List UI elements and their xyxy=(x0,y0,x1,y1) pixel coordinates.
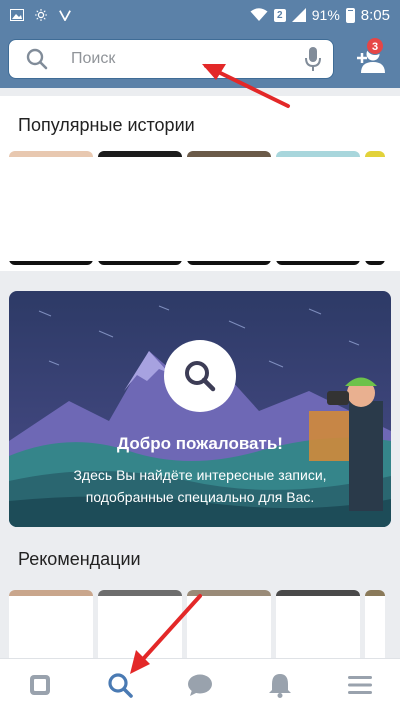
tab-news[interactable] xyxy=(18,663,62,707)
popular-stories-section: Популярные истории xyxy=(0,96,400,271)
battery-percent: 91% xyxy=(311,7,340,23)
recommendation-card[interactable] xyxy=(187,590,271,658)
tab-menu[interactable] xyxy=(338,663,382,707)
recommendation-card[interactable] xyxy=(9,590,93,658)
search-icon xyxy=(185,361,216,392)
notifications-icon xyxy=(269,674,291,698)
sim-indicator: 2 xyxy=(273,8,286,22)
story-card[interactable] xyxy=(276,151,360,265)
bottom-nav xyxy=(0,658,400,711)
wifi-icon xyxy=(250,8,268,21)
welcome-card[interactable]: Добро пожаловать! Здесь Вы найдёте интер… xyxy=(9,291,391,527)
story-card[interactable] xyxy=(98,151,182,265)
recommendation-card[interactable] xyxy=(365,590,385,658)
welcome-search-circle xyxy=(164,340,236,412)
search-icon xyxy=(17,48,57,70)
welcome-text: Здесь Вы найдёте интересные записи, подо… xyxy=(73,467,327,505)
header: 3 xyxy=(0,30,400,88)
story-card[interactable] xyxy=(187,151,271,265)
menu-icon xyxy=(348,676,372,694)
story-card[interactable] xyxy=(9,151,93,265)
content-feed[interactable]: Популярные истории Добро пожаловать! Зде… xyxy=(0,88,400,658)
mic-icon[interactable] xyxy=(293,46,333,72)
welcome-title: Добро пожаловать! xyxy=(117,434,283,453)
recommendation-card[interactable] xyxy=(98,590,182,658)
messages-icon xyxy=(188,674,212,696)
status-bar: 2 91% 8:05 xyxy=(0,0,400,30)
friend-requests-badge: 3 xyxy=(366,37,384,55)
recommendations-row[interactable] xyxy=(9,590,385,658)
recommendation-card[interactable] xyxy=(276,590,360,658)
search-icon xyxy=(108,673,133,698)
story-card[interactable] xyxy=(365,151,385,265)
brightness-icon xyxy=(35,9,47,21)
vk-icon xyxy=(59,10,71,21)
tab-notifications[interactable] xyxy=(258,663,302,707)
stories-row[interactable] xyxy=(9,151,385,265)
search-input[interactable] xyxy=(71,50,293,68)
section-title-recommendations: Рекомендации xyxy=(18,549,141,569)
section-title-stories: Популярные истории xyxy=(18,115,195,135)
battery-icon xyxy=(345,7,355,23)
clock: 8:05 xyxy=(360,6,390,24)
tab-messages[interactable] xyxy=(178,663,222,707)
signal-icon xyxy=(291,8,306,22)
tab-search[interactable] xyxy=(98,663,142,707)
image-icon xyxy=(10,9,24,21)
search-bar[interactable] xyxy=(8,39,334,79)
news-icon xyxy=(30,675,50,695)
recommendations-section: Рекомендации xyxy=(0,535,400,658)
